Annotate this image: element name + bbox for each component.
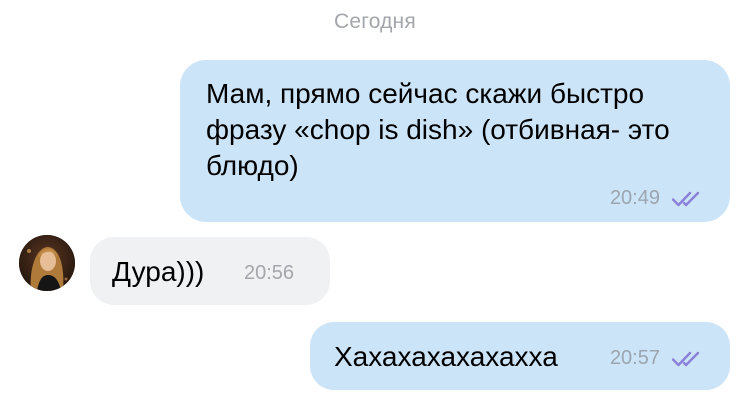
double-check-icon bbox=[671, 350, 704, 368]
message-meta: 20:49 bbox=[610, 187, 704, 210]
avatar[interactable] bbox=[19, 235, 75, 291]
message-text: Мам, прямо сейчас скажи быстро фразу «ch… bbox=[206, 78, 670, 181]
message-meta: 20:56 bbox=[244, 262, 294, 285]
message-bubble-outgoing[interactable]: Мам, прямо сейчас скажи быстро фразу «ch… bbox=[180, 60, 730, 222]
message-text: Хахахахахахахха bbox=[334, 341, 558, 372]
message-time: 20:57 bbox=[609, 347, 660, 369]
message-meta: 20:57 bbox=[610, 347, 704, 370]
message-bubble-outgoing[interactable]: Хахахахахахахха 20:57 bbox=[310, 322, 730, 390]
message-time: 20:56 bbox=[244, 262, 295, 284]
message-time: 20:49 bbox=[609, 187, 660, 209]
date-divider: Сегодня bbox=[334, 10, 416, 33]
message-bubble-incoming[interactable]: Дура))) 20:56 bbox=[90, 237, 330, 305]
double-check-icon bbox=[671, 190, 704, 208]
message-text: Дура))) bbox=[112, 256, 205, 287]
